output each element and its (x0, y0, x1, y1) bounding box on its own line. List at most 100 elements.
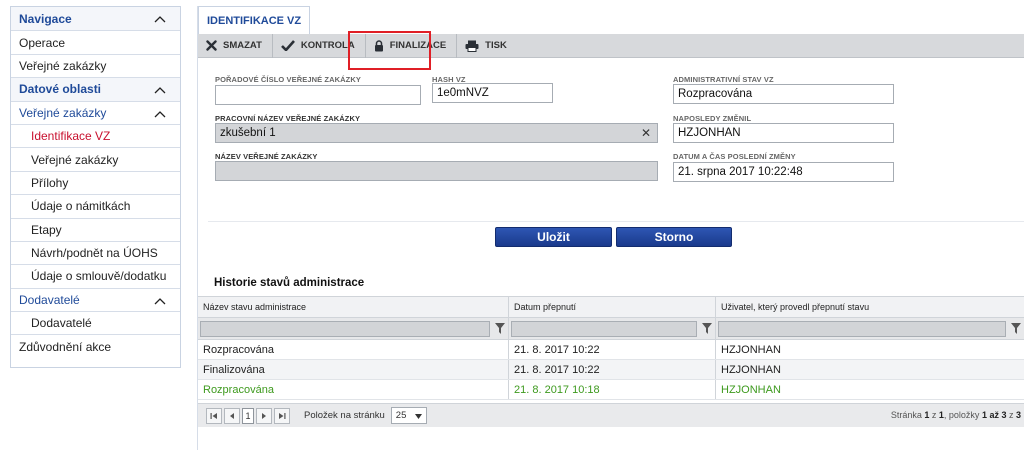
filter-input-user[interactable] (718, 320, 1006, 337)
page-info-text: , položky (943, 410, 982, 420)
check-button[interactable]: KONTROLA (273, 33, 366, 58)
tab-identifikace-vz[interactable]: IDENTIFIKACE VZ (198, 6, 311, 34)
prev-page-button[interactable] (224, 407, 240, 424)
current-page[interactable]: 1 (242, 407, 254, 424)
sidebar-item-label: Zdůvodnění akce (19, 339, 112, 354)
chevron-up-icon[interactable] (154, 110, 166, 118)
last-page-icon (279, 412, 286, 419)
sidebar-item-verejne-zakazky-sub[interactable]: Veřejné zakázky (11, 147, 180, 170)
sidebar-item-label: Přílohy (31, 175, 69, 190)
cancel-button[interactable]: Storno (616, 227, 732, 247)
history-title: Historie stavů administrace (214, 277, 365, 289)
sidebar-item-label: Návrh/podnět na ÚOHS (31, 246, 158, 261)
working-name-value: zkušební 1 (220, 127, 276, 139)
per-page-select[interactable]: 25 (390, 407, 427, 424)
chevron-down-icon (414, 414, 422, 419)
order-number-input[interactable] (215, 85, 421, 105)
page-info-text: z (1006, 410, 1016, 420)
sidebar-item-label: Dodavatelé (19, 292, 80, 307)
lock-icon (374, 39, 383, 51)
filter-input-state[interactable] (200, 320, 490, 337)
next-page-button[interactable] (256, 407, 272, 424)
working-name-input[interactable]: zkušební 1 ✕ (215, 123, 658, 143)
delete-button[interactable]: SMAZAT (198, 33, 273, 58)
page-info: Stránka 1 z 1, položky 1 až 3 z 3 (891, 410, 1021, 420)
per-page-value: 25 (395, 410, 407, 421)
sidebar-item-etapy[interactable]: Etapy (11, 217, 180, 241)
save-button[interactable]: Uložit (495, 227, 612, 247)
chevron-right-icon (262, 412, 266, 419)
sidebar-item-label: Operace (19, 35, 66, 50)
table-row[interactable]: Finalizována 21. 8. 2017 10:22 HZJONHAN (198, 360, 1024, 380)
sidebar-item-label: Identifikace VZ (31, 129, 111, 144)
sidebar-item-dodavatele[interactable]: Dodavatelé (11, 311, 180, 334)
sidebar-head-datove-oblasti[interactable]: Datové oblasti (11, 77, 180, 101)
page-info-total: 3 (1015, 410, 1021, 420)
sidebar-item-identifikace-vz[interactable]: Identifikace VZ (11, 123, 180, 147)
last-page-button[interactable] (274, 407, 290, 424)
clear-icon[interactable]: ✕ (641, 126, 651, 140)
first-page-button[interactable] (206, 407, 222, 424)
admin-state-label: ADMINISTRATIVNÍ STAV VZ (673, 75, 774, 84)
print-label: TISK (485, 40, 507, 51)
page-info-text: z (929, 410, 939, 420)
delete-label: SMAZAT (223, 40, 262, 51)
chevron-up-icon[interactable] (154, 15, 166, 23)
name-label: NÁZEV VEŘEJNÉ ZAKÁZKY (215, 152, 318, 161)
finalize-label: FINALIZACE (389, 40, 447, 51)
cell-date: 21. 8. 2017 10:22 (509, 340, 716, 359)
filter-icon[interactable] (1011, 323, 1021, 334)
datetime-label: DATUM A ČAS POSLEDNÍ ZMĚNY (673, 152, 796, 161)
sidebar-head-navigace[interactable]: Navigace (11, 7, 180, 31)
name-input[interactable] (215, 161, 658, 181)
print-button[interactable]: TISK (457, 34, 517, 58)
sidebar-group-verejne-zakazky[interactable]: Veřejné zakázky (11, 100, 180, 124)
chevron-up-icon[interactable] (154, 86, 166, 94)
pager: 1 Položek na stránku 25 Stránka 1 z 1, p… (198, 403, 1024, 427)
sidebar-item-label: Údaje o námitkách (31, 199, 131, 214)
column-header-user[interactable]: Uživatel, který provedl přepnutí stavu (716, 297, 1024, 317)
sidebar-item-udaje-o-namitkach[interactable]: Údaje o námitkách (11, 194, 180, 217)
cell-state: Finalizována (198, 360, 509, 379)
sidebar-item-label: Dodavatelé (31, 316, 92, 331)
last-changed-label: NAPOSLEDY ZMĚNIL (673, 114, 752, 123)
sidebar-item-zduvodneni-akce[interactable]: Zdůvodnění akce (11, 334, 180, 357)
chevron-up-icon[interactable] (154, 297, 166, 305)
finalize-button[interactable]: FINALIZACE (366, 33, 458, 58)
page-info-range: 1 až 3 (981, 410, 1007, 420)
datetime-field: 21. srpna 2017 10:22:48 (673, 162, 894, 182)
sidebar-item-label: Veřejné zakázky (19, 58, 107, 73)
sidebar-item-label: Navigace (19, 11, 72, 26)
table-row[interactable]: Rozpracována 21. 8. 2017 10:18 HZJONHAN (198, 380, 1024, 400)
working-name-label: PRACOVNÍ NÁZEV VEŘEJNÉ ZAKÁZKY (215, 114, 361, 123)
filter-icon[interactable] (495, 323, 505, 334)
filter-cell-user (716, 318, 1024, 339)
toolbar: SMAZAT KONTROLA FINALIZACE TISK (198, 33, 1024, 58)
first-page-icon (210, 412, 217, 419)
table-row[interactable]: Rozpracována 21. 8. 2017 10:22 HZJONHAN (198, 340, 1024, 360)
sidebar-item-label: Údaje o smlouvě/dodatku (31, 269, 167, 284)
divider (208, 221, 1024, 222)
filter-cell-state (198, 318, 509, 339)
last-changed-field: HZJONHAN (673, 123, 894, 143)
column-header-date[interactable]: Datum přepnutí (509, 297, 716, 317)
column-header-state[interactable]: Název stavu administrace (198, 297, 509, 317)
chevron-left-icon (230, 412, 234, 419)
sidebar-item-prilohy[interactable]: Přílohy (11, 170, 180, 194)
filter-cell-date (509, 318, 716, 339)
sidebar-item-verejne-zakazky[interactable]: Veřejné zakázky (11, 53, 180, 77)
filter-input-date[interactable] (511, 320, 697, 337)
cell-date: 21. 8. 2017 10:18 (509, 380, 716, 399)
cell-user: HZJONHAN (721, 363, 781, 376)
sidebar-group-dodavatele[interactable]: Dodavatelé (11, 287, 180, 311)
sidebar-navigation: Navigace Operace Veřejné zakázky Datové … (10, 6, 181, 368)
hash-input[interactable]: 1e0mNVZ (432, 83, 553, 103)
sidebar-item-navrh-podnet[interactable]: Návrh/podnět na ÚOHS (11, 240, 180, 264)
filter-icon[interactable] (702, 323, 712, 334)
printer-icon (465, 40, 479, 52)
sidebar-item-operace[interactable]: Operace (11, 30, 180, 53)
admin-state-field: Rozpracována (673, 84, 894, 104)
check-label: KONTROLA (300, 40, 355, 51)
sidebar-item-udaje-o-smlouve[interactable]: Údaje o smlouvě/dodatku (11, 264, 180, 287)
sidebar-item-label: Datové oblasti (19, 82, 102, 97)
